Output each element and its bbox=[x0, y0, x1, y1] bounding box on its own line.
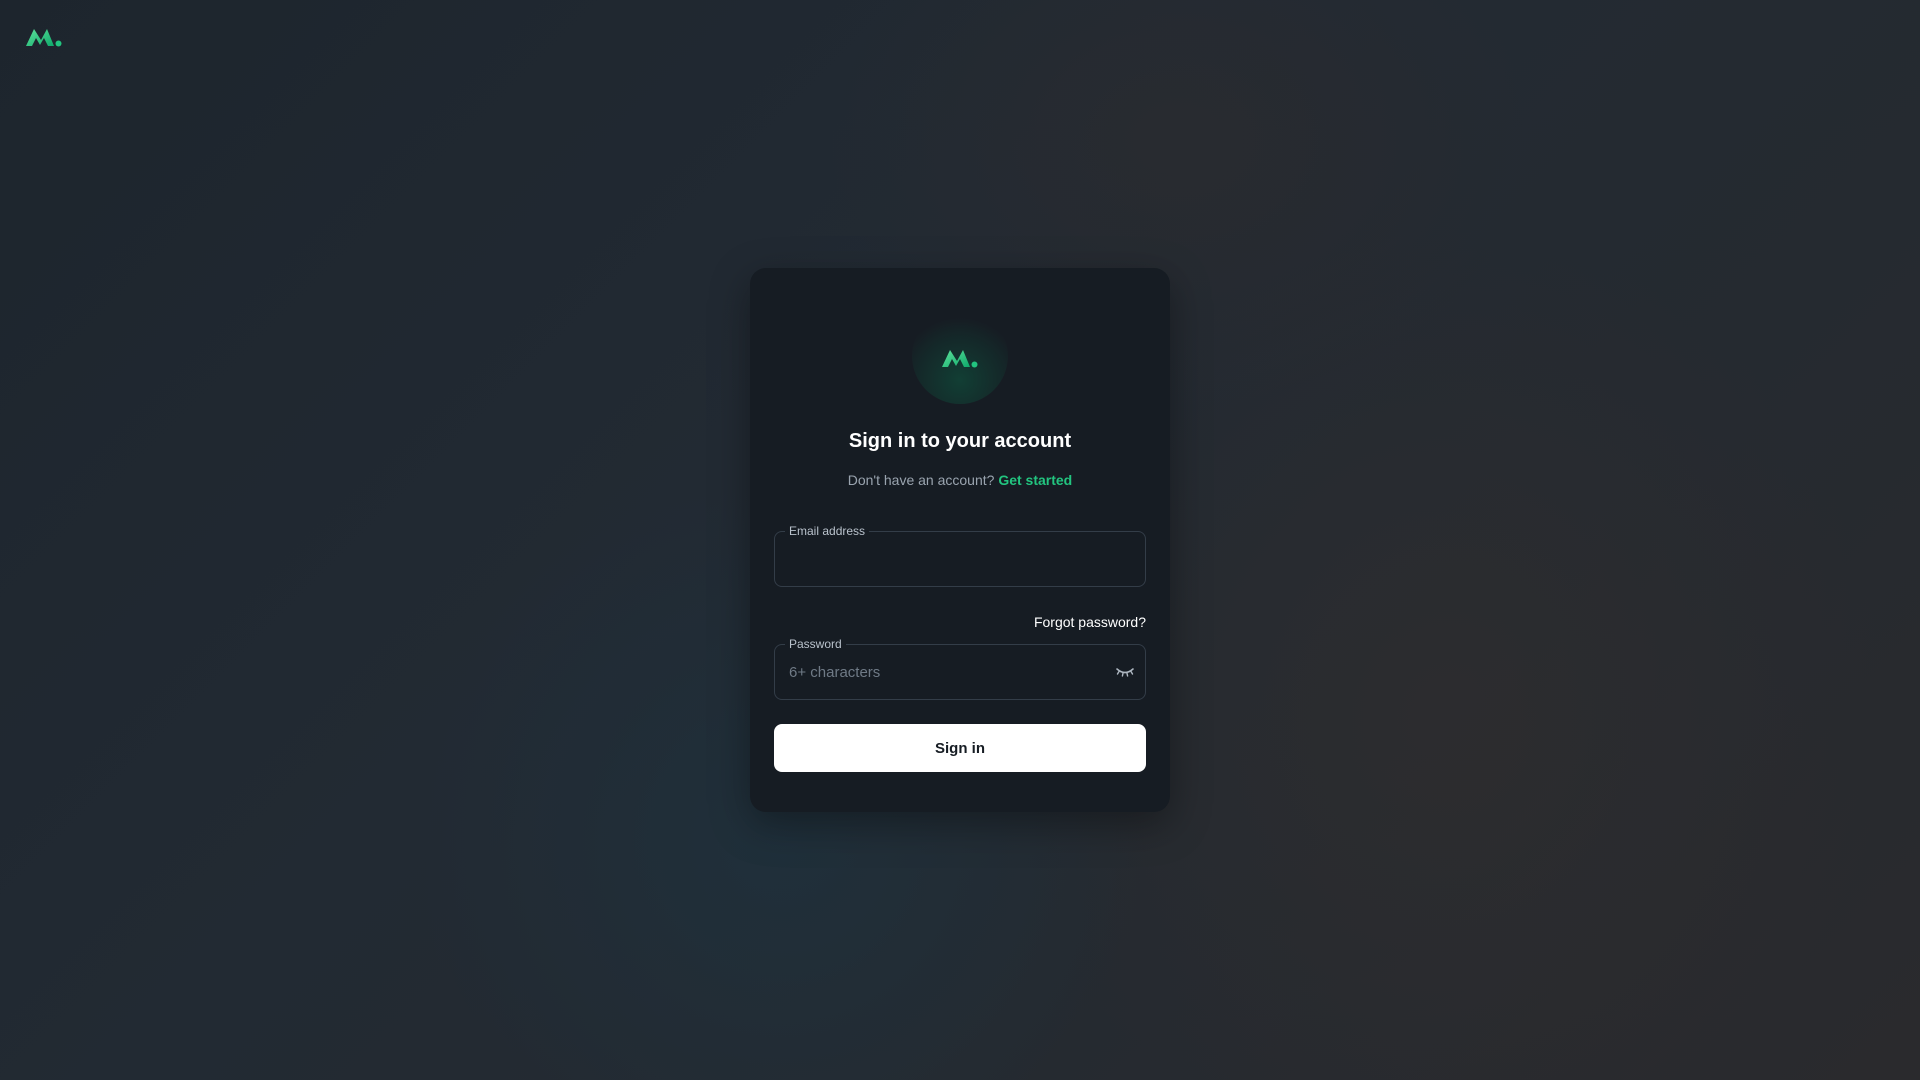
brand-logo-icon bbox=[942, 350, 978, 368]
password-label: Password bbox=[785, 637, 846, 651]
password-input[interactable] bbox=[775, 645, 1145, 699]
email-label: Email address bbox=[785, 524, 870, 538]
email-input[interactable] bbox=[775, 532, 1145, 586]
forgot-password-link[interactable]: Forgot password? bbox=[1034, 614, 1146, 630]
logo-badge bbox=[912, 308, 1008, 404]
get-started-link[interactable]: Get started bbox=[998, 472, 1072, 488]
eye-closed-icon[interactable] bbox=[1113, 661, 1137, 683]
page-title: Sign in to your account bbox=[848, 430, 1072, 452]
password-field: Password bbox=[774, 637, 1146, 700]
brand-logo-icon[interactable] bbox=[25, 25, 63, 49]
signup-prompt-text: Don't have an account? bbox=[847, 472, 995, 488]
email-field: Email address bbox=[774, 524, 1146, 587]
sign-in-button[interactable]: Sign in bbox=[774, 724, 1146, 772]
signup-prompt: Don't have an account? Get started bbox=[750, 472, 1170, 488]
signin-card: Sign in to your account Don't have an ac… bbox=[750, 268, 1170, 812]
